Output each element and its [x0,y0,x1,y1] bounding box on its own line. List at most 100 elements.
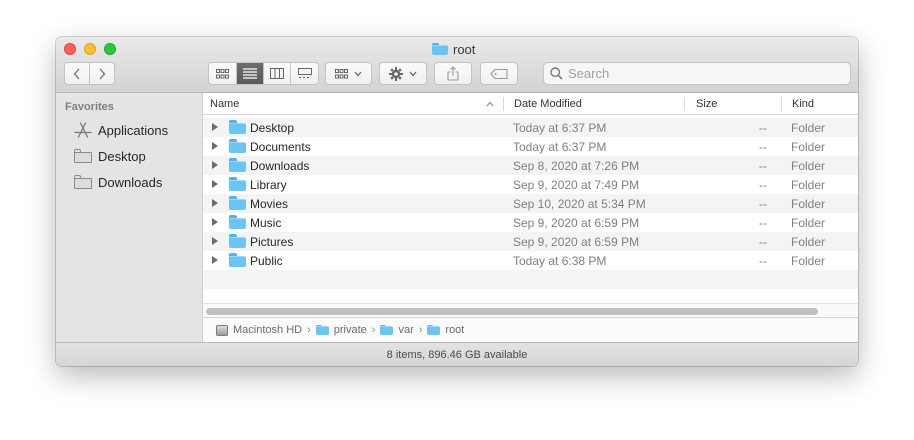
forward-button[interactable] [90,63,114,84]
table-row[interactable]: Documents Today at 6:37 PM -- Folder [203,137,858,156]
disclosure-triangle-icon[interactable] [212,199,218,207]
group-by-button[interactable] [325,62,372,85]
search-icon [550,67,563,80]
folder-icon [229,177,246,191]
back-forward-control [64,62,115,85]
disclosure-triangle-icon[interactable] [212,218,218,226]
folder-icon [229,158,246,172]
share-icon [447,66,459,81]
gallery-icon [297,68,312,78]
path-item[interactable]: root [445,324,464,336]
chevron-left-icon [73,68,80,79]
folder-icon [432,42,448,56]
scrollbar-thumb[interactable] [206,308,818,315]
sidebar-item-downloads[interactable]: Downloads [74,172,162,192]
table-row[interactable]: Public Today at 6:38 PM -- Folder [203,251,858,270]
sidebar-item-label: Desktop [98,148,146,164]
folder-icon [380,324,394,336]
row-date: Today at 6:37 PM [513,121,607,135]
table-row[interactable]: Downloads Sep 8, 2020 at 7:26 PM -- Fold… [203,156,858,175]
back-button[interactable] [65,63,90,84]
chevron-down-icon [409,71,417,76]
window-title: root [432,40,475,58]
chevron-right-icon: › [307,324,311,336]
row-size: -- [759,159,767,173]
row-name: Desktop [250,121,295,135]
row-size: -- [759,254,767,268]
row-kind: Folder [791,159,826,173]
table-row[interactable]: Movies Sep 10, 2020 at 5:34 PM -- Folder [203,194,858,213]
folder-icon [229,139,246,153]
path-item[interactable]: private [334,324,367,336]
horizontal-scrollbar[interactable] [203,303,858,317]
row-name: Music [250,216,282,230]
folder-icon [74,149,92,163]
column-header-label: Date Modified [514,98,582,110]
disclosure-triangle-icon[interactable] [212,142,218,150]
disclosure-triangle-icon[interactable] [212,256,218,264]
folder-icon [229,253,246,267]
row-kind: Folder [791,216,826,230]
row-kind: Folder [791,140,826,154]
disclosure-triangle-icon[interactable] [212,237,218,245]
row-size: -- [759,178,767,192]
row-name: Downloads [250,159,310,173]
column-header-name[interactable]: Name [203,93,503,115]
disclosure-triangle-icon[interactable] [212,180,218,188]
column-header-label: Kind [792,98,815,110]
gear-icon [389,66,403,81]
chevron-down-icon [354,71,362,76]
table-row[interactable]: Pictures Sep 9, 2020 at 6:59 PM -- Folde… [203,232,858,251]
tag-button[interactable] [480,62,518,85]
action-menu-button[interactable] [379,62,427,85]
folder-icon [229,120,246,134]
sidebar-item-applications[interactable]: Applications [74,120,168,140]
window-title-text: root [453,41,476,57]
folder-icon [315,324,329,336]
row-kind: Folder [791,178,826,192]
row-size: -- [759,197,767,211]
file-list-pane: Name Date Modified Size Kind Desktop Tod… [203,93,858,342]
hard-drive-icon [216,324,228,336]
row-date: Sep 9, 2020 at 6:59 PM [513,216,640,230]
sidebar-item-desktop[interactable]: Desktop [74,146,146,166]
columns-icon [270,68,284,79]
column-header-date[interactable]: Date Modified [507,93,685,115]
minimize-window-button[interactable] [84,43,96,55]
column-header-size[interactable]: Size [689,93,781,115]
sidebar-heading: Favorites [65,101,114,113]
row-date: Sep 8, 2020 at 7:26 PM [513,159,640,173]
finder-window: root Search Favorites Applications Deskt… [56,37,858,366]
icon-grid-icon [216,68,229,78]
gallery-view-button[interactable] [291,63,318,84]
column-header: Name Date Modified Size Kind [203,93,858,115]
table-row[interactable]: Library Sep 9, 2020 at 7:49 PM -- Folder [203,175,858,194]
sort-ascending-icon [486,101,494,107]
share-button[interactable] [434,62,472,85]
row-date: Sep 10, 2020 at 5:34 PM [513,197,646,211]
path-item[interactable]: Macintosh HD [233,324,302,336]
row-date: Sep 9, 2020 at 7:49 PM [513,178,640,192]
row-name: Documents [250,140,311,154]
row-kind: Folder [791,121,826,135]
table-row[interactable]: Desktop Today at 6:37 PM -- Folder [203,118,858,137]
column-view-button[interactable] [264,63,291,84]
status-text: 8 items, 896.46 GB available [386,348,528,361]
table-row[interactable]: Music Sep 9, 2020 at 6:59 PM -- Folder [203,213,858,232]
icon-view-button[interactable] [209,63,237,84]
chevron-right-icon: › [371,324,376,336]
search-field[interactable]: Search [543,62,851,85]
tag-icon [490,68,508,79]
row-date: Today at 6:37 PM [513,140,607,154]
folder-icon [229,215,246,229]
list-view-button[interactable] [237,63,264,84]
folder-icon [229,234,246,248]
row-kind: Folder [791,254,826,268]
row-size: -- [759,121,767,135]
disclosure-triangle-icon[interactable] [212,123,218,131]
close-window-button[interactable] [64,43,76,55]
column-header-kind[interactable]: Kind [785,93,858,115]
disclosure-triangle-icon[interactable] [212,161,218,169]
path-item[interactable]: var [398,324,413,336]
zoom-window-button[interactable] [104,43,116,55]
